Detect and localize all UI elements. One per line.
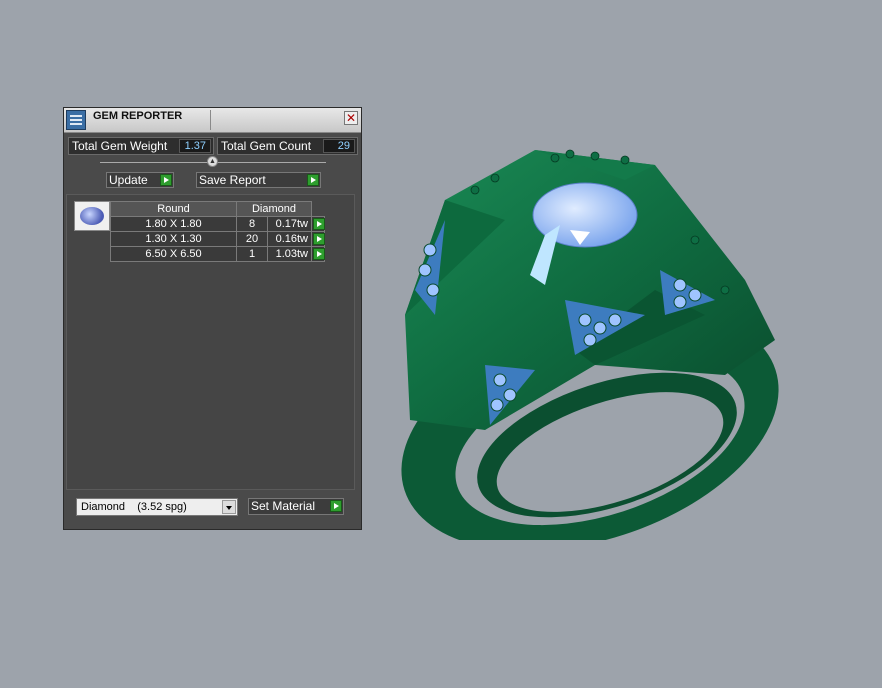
row-select-button[interactable]: [311, 246, 325, 262]
go-arrow-icon: [313, 248, 325, 260]
panel-titlebar[interactable]: GEM REPORTER ✕: [64, 108, 361, 133]
set-material-button[interactable]: Set Material: [248, 498, 344, 515]
chevron-down-icon[interactable]: [222, 500, 236, 514]
set-material-label: Set Material: [251, 499, 316, 513]
go-arrow-icon: [313, 218, 325, 230]
shape-header: Round: [110, 201, 237, 217]
go-arrow-icon: [330, 500, 342, 512]
total-gem-weight-value: 1.37: [179, 139, 211, 153]
panel-title: GEM REPORTER: [93, 110, 183, 122]
total-gem-weight-label: Total Gem Weight: [72, 139, 168, 153]
gem-count: 20: [236, 231, 268, 247]
total-gem-count-field: Total Gem Count 29: [217, 137, 358, 155]
save-report-label: Save Report: [199, 173, 266, 187]
gem-weight: 0.16tw: [267, 231, 312, 247]
gem-results-area: Round Diamond 1.80 X 1.80 8 0.17tw 1.30 …: [66, 194, 355, 490]
slider-knob-icon[interactable]: ▲: [207, 156, 218, 167]
gem-count: 8: [236, 216, 268, 232]
material-selected: Diamond (3.52 spg): [81, 501, 187, 513]
gem-size: 1.80 X 1.80: [110, 216, 237, 232]
row-select-button[interactable]: [311, 231, 325, 247]
ring-model-render[interactable]: [395, 140, 795, 540]
go-arrow-icon: [307, 174, 319, 186]
3d-viewport[interactable]: GEM REPORTER ✕ Total Gem Weight 1.37 Tot…: [0, 0, 882, 688]
gem-reporter-panel: GEM REPORTER ✕ Total Gem Weight 1.37 Tot…: [63, 107, 362, 530]
gem-weight: 0.17tw: [267, 216, 312, 232]
close-icon[interactable]: ✕: [344, 111, 358, 125]
total-gem-count-value: 29: [323, 139, 355, 153]
gem-weight: 1.03tw: [267, 246, 312, 262]
app-icon: [66, 110, 86, 130]
table-row: 6.50 X 6.50 1 1.03tw: [110, 246, 325, 262]
gem-size: 1.30 X 1.30: [110, 231, 237, 247]
material-select[interactable]: Diamond (3.52 spg): [76, 498, 238, 516]
total-gem-count-label: Total Gem Count: [221, 139, 312, 153]
gem-size: 6.50 X 6.50: [110, 246, 237, 262]
gem-thumbnail-icon[interactable]: [74, 201, 110, 231]
go-arrow-icon: [313, 233, 325, 245]
table-row: 1.30 X 1.30 20 0.16tw: [110, 231, 325, 247]
update-button[interactable]: Update: [106, 172, 174, 188]
update-label: Update: [109, 173, 148, 187]
total-gem-weight-field: Total Gem Weight 1.37: [68, 137, 214, 155]
save-report-button[interactable]: Save Report: [196, 172, 321, 188]
row-select-button[interactable]: [311, 216, 325, 232]
gem-count: 1: [236, 246, 268, 262]
material-header: Diamond: [236, 201, 312, 217]
go-arrow-icon: [160, 174, 172, 186]
table-row: 1.80 X 1.80 8 0.17tw: [110, 216, 325, 232]
gem-table: Round Diamond 1.80 X 1.80 8 0.17tw 1.30 …: [110, 201, 325, 262]
title-divider: [210, 110, 211, 130]
